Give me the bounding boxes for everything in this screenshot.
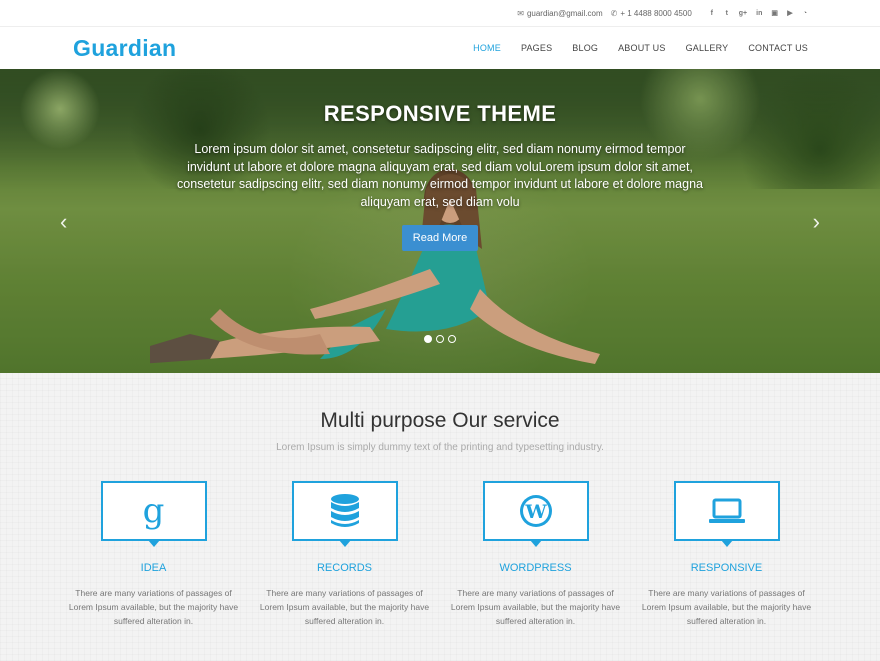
nav-home[interactable]: HOME (473, 43, 501, 53)
rss-icon[interactable]: ◔ (802, 10, 808, 17)
laptop-icon (708, 498, 745, 523)
contact-phone: ✆ + 1 4488 8000 4500 (611, 9, 692, 18)
social-links: f t g+ in ▣ ▶ ◔ (700, 9, 808, 18)
envelope-icon: ✉ (517, 8, 524, 18)
chevron-left-icon[interactable]: ‹ (60, 211, 67, 233)
service-title[interactable]: IDEA (141, 562, 167, 574)
service-text: There are many variations of passages of… (450, 588, 621, 626)
site-header: Guardian HOME PAGES BLOG ABOUT US GALLER… (0, 27, 880, 69)
slider-dot[interactable] (424, 335, 432, 343)
service-text: There are many variations of passages of… (68, 588, 239, 626)
email-text: guardian@gmail.com (526, 8, 603, 18)
contact-email[interactable]: ✉ guardian@gmail.com (517, 9, 602, 18)
hero-text: Lorem ipsum dolor sit amet, consetetur s… (177, 142, 703, 209)
flickr-icon[interactable]: ▣ (771, 9, 778, 17)
phone-text: + 1 4488 8000 4500 (620, 8, 692, 18)
hero-content: RESPONSIVE THEME Lorem ipsum dolor sit a… (0, 101, 880, 251)
slider-dot[interactable] (436, 335, 444, 343)
google-icon: g (142, 491, 165, 531)
hero-title: RESPONSIVE THEME (323, 101, 557, 126)
service-card-idea: g IDEA There are many variations of pass… (58, 481, 249, 628)
phone-icon: ✆ (610, 8, 618, 18)
service-text: There are many variations of passages of… (259, 588, 430, 626)
slider-dot[interactable] (448, 335, 456, 343)
svg-text:W: W (524, 501, 547, 523)
site-logo[interactable]: Guardian (73, 35, 176, 62)
database-icon (330, 494, 359, 527)
nav-gallery[interactable]: GALLERY (686, 43, 729, 53)
nav-pages[interactable]: PAGES (521, 43, 552, 53)
hero-slider: RESPONSIVE THEME Lorem ipsum dolor sit a… (0, 69, 880, 373)
service-icon-box[interactable]: W (482, 481, 589, 547)
service-icon-box[interactable] (673, 481, 780, 547)
youtube-icon[interactable]: ▶ (787, 9, 793, 17)
nav-blog[interactable]: BLOG (572, 43, 598, 53)
main-nav: HOME PAGES BLOG ABOUT US GALLERY CONTACT… (453, 43, 808, 53)
twitter-icon[interactable]: t (724, 10, 730, 17)
nav-about-us[interactable]: ABOUT US (618, 43, 665, 53)
linkedin-icon[interactable]: in (756, 10, 762, 17)
section-subtitle: Lorem Ipsum is simply dummy text of the … (276, 442, 604, 453)
google-plus-icon[interactable]: g+ (739, 10, 747, 17)
service-cards: g IDEA There are many variations of pass… (0, 481, 880, 628)
nav-contact-us[interactable]: CONTACT US (748, 43, 808, 53)
service-text: There are many variations of passages of… (641, 588, 812, 626)
service-card-responsive: RESPONSIVE There are many variations of … (631, 481, 822, 628)
facebook-icon[interactable]: f (709, 10, 715, 17)
services-section: Multi purpose Our service Lorem Ipsum is… (0, 373, 880, 661)
service-card-wordpress: W WORDPRESS There are many variations of… (440, 481, 631, 628)
service-title[interactable]: RESPONSIVE (691, 562, 763, 574)
service-title[interactable]: RECORDS (317, 562, 372, 574)
service-icon-box[interactable] (291, 481, 398, 547)
section-title: Multi purpose Our service (320, 409, 560, 432)
top-bar: ✉ guardian@gmail.com ✆ + 1 4488 8000 450… (0, 0, 880, 27)
service-icon-box[interactable]: g (100, 481, 207, 547)
read-more-button[interactable]: Read More (401, 225, 479, 251)
service-title[interactable]: WORDPRESS (499, 562, 571, 574)
wordpress-icon: W (519, 495, 552, 527)
service-card-records: RECORDS There are many variations of pas… (249, 481, 440, 628)
slider-dots (0, 335, 880, 343)
chevron-right-icon[interactable]: › (813, 211, 820, 233)
